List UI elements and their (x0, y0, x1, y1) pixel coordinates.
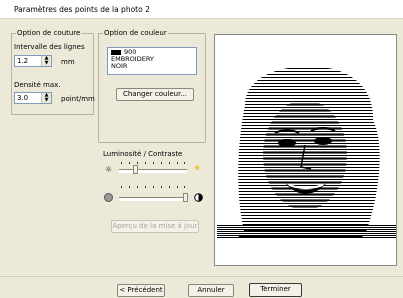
back-button[interactable]: < Précédent (117, 284, 165, 297)
max-density-value[interactable]: 3.0 (17, 94, 28, 102)
line-interval-arrows[interactable]: ▲ ▼ (41, 56, 51, 66)
footer-divider (0, 276, 403, 277)
sun-dim-icon: ☼ (105, 165, 113, 174)
max-density-label: Densité max. (14, 81, 61, 89)
photo-preview (214, 34, 397, 266)
brightness-ticks (121, 162, 185, 164)
color-list[interactable]: 900 EMBROIDERY NOIR (107, 47, 197, 75)
line-interval-value[interactable]: 1.2 (17, 57, 28, 65)
max-density-arrows[interactable]: ▲ ▼ (41, 93, 51, 103)
line-interval-spinner[interactable]: 1.2 ▲ ▼ (14, 55, 52, 67)
brightness-contrast-label: Luminosité / Contraste (103, 150, 183, 158)
contrast-ticks (121, 186, 185, 188)
window-title: Paramètres des points de la photo 2 (14, 5, 150, 14)
contrast-low-icon (104, 193, 113, 202)
title-bar: Paramètres des points de la photo 2 (0, 0, 403, 19)
line-interval-unit: mm (61, 58, 75, 66)
contrast-slider-track[interactable] (119, 197, 187, 201)
color-name: NOIR (111, 62, 128, 70)
contrast-slider-thumb[interactable] (183, 193, 188, 202)
color-option-legend: Option de couleur (103, 29, 168, 38)
max-density-unit: point/mm (61, 95, 95, 103)
cancel-button[interactable]: Annuler (188, 284, 234, 297)
max-density-spinner[interactable]: 3.0 ▲ ▼ (14, 92, 52, 104)
photo-stitch-settings-dialog: Paramètres des points de la photo 2 Opti… (0, 0, 403, 298)
contrast-high-icon (194, 193, 203, 202)
spin-down-icon[interactable]: ▼ (42, 61, 51, 66)
line-interval-label: Intervalle des lignes (14, 43, 85, 51)
brightness-slider-track[interactable] (119, 169, 187, 173)
brightness-slider-thumb[interactable] (133, 165, 138, 174)
sun-bright-icon: ☀ (193, 164, 202, 174)
sewing-option-legend: Option de couture (16, 29, 82, 38)
spin-down-icon[interactable]: ▼ (42, 98, 51, 103)
stitch-preview-image (217, 66, 396, 239)
finish-button[interactable]: Terminer (249, 283, 302, 297)
update-preview-button[interactable]: Aperçu de la mise à jour (111, 220, 199, 233)
change-color-button[interactable]: Changer couleur... (116, 88, 194, 101)
